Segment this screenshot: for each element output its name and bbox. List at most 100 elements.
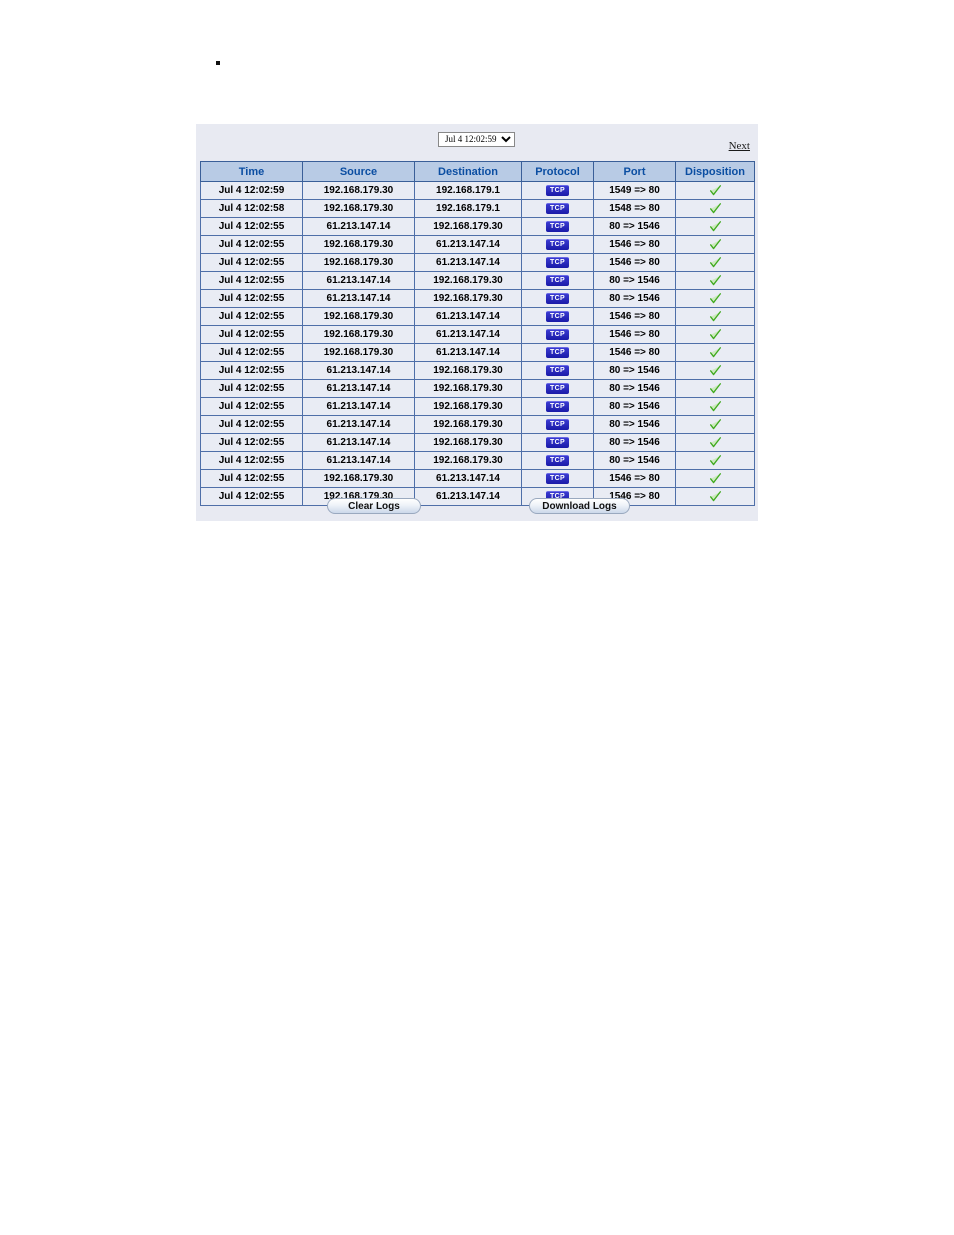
cell-disposition (675, 361, 755, 380)
allowed-check-icon (709, 383, 722, 394)
cell-disposition (675, 289, 755, 308)
cell-port: 80 => 1546 (593, 433, 676, 452)
protocol-badge: TCP (546, 382, 569, 394)
cell-destination: 192.168.179.30 (414, 271, 522, 290)
allowed-check-icon (709, 401, 722, 412)
cell-time: Jul 4 12:02:55 (200, 343, 303, 362)
table-row: Jul 4 12:02:55 192.168.179.30 61.213.147.1… (200, 469, 755, 488)
cell-source: 192.168.179.30 (302, 469, 415, 488)
clear-logs-button[interactable]: Clear Logs (327, 498, 421, 514)
cell-port: 80 => 1546 (593, 379, 676, 398)
cell-destination: 61.213.147.14 (414, 343, 522, 362)
cell-destination: 61.213.147.14 (414, 325, 522, 344)
cell-port: 1548 => 80 (593, 199, 676, 218)
log-table-body: Jul 4 12:02:59 192.168.179.30 192.168.179.… (200, 181, 755, 506)
column-header-port[interactable]: Port (593, 161, 676, 182)
column-header-time[interactable]: Time (200, 161, 303, 182)
cell-port: 80 => 1546 (593, 451, 676, 470)
allowed-check-icon (709, 347, 722, 358)
table-row: Jul 4 12:02:55 61.213.147.14 192.168.179.3… (200, 379, 755, 398)
cell-source: 61.213.147.14 (302, 433, 415, 452)
protocol-badge: TCP (546, 400, 569, 412)
allowed-check-icon (709, 311, 722, 322)
cell-protocol: TCP (521, 469, 594, 488)
table-row: Jul 4 12:02:55 192.168.179.30 61.213.147.1… (200, 235, 755, 254)
cell-protocol: TCP (521, 433, 594, 452)
cell-source: 61.213.147.14 (302, 451, 415, 470)
cell-disposition (675, 433, 755, 452)
cell-port: 80 => 1546 (593, 217, 676, 236)
cell-source: 61.213.147.14 (302, 217, 415, 236)
cell-time: Jul 4 12:02:55 (200, 397, 303, 416)
firewall-log-panel: Jul 4 12:02:59 Next Time Source Destinat… (196, 124, 758, 521)
table-row: Jul 4 12:02:55 192.168.179.30 61.213.147.1… (200, 253, 755, 272)
cell-time: Jul 4 12:02:55 (200, 289, 303, 308)
protocol-badge: TCP (546, 184, 569, 196)
cell-disposition (675, 379, 755, 398)
time-filter-wrapper: Jul 4 12:02:59 (438, 129, 515, 147)
allowed-check-icon (709, 365, 722, 376)
table-row: Jul 4 12:02:55 61.213.147.14 192.168.179.3… (200, 217, 755, 236)
cell-time: Jul 4 12:02:55 (200, 253, 303, 272)
cell-destination: 61.213.147.14 (414, 253, 522, 272)
cell-destination: 192.168.179.30 (414, 433, 522, 452)
table-row: Jul 4 12:02:55 192.168.179.30 61.213.147.1… (200, 307, 755, 326)
download-logs-button[interactable]: Download Logs (529, 498, 630, 514)
cell-time: Jul 4 12:02:58 (200, 199, 303, 218)
protocol-badge: TCP (546, 220, 569, 232)
cell-protocol: TCP (521, 361, 594, 380)
cell-disposition (675, 307, 755, 326)
cell-protocol: TCP (521, 181, 594, 200)
cell-time: Jul 4 12:02:59 (200, 181, 303, 200)
cell-port: 1546 => 80 (593, 343, 676, 362)
cell-port: 1546 => 80 (593, 469, 676, 488)
cell-destination: 192.168.179.1 (414, 181, 522, 200)
cell-disposition (675, 469, 755, 488)
cell-disposition (675, 253, 755, 272)
table-row: Jul 4 12:02:55 192.168.179.30 61.213.147.1… (200, 325, 755, 344)
table-row: Jul 4 12:02:55 61.213.147.14 192.168.179.3… (200, 433, 755, 452)
cell-protocol: TCP (521, 253, 594, 272)
column-header-disposition[interactable]: Disposition (675, 161, 755, 182)
allowed-check-icon (709, 203, 722, 214)
cell-source: 192.168.179.30 (302, 325, 415, 344)
cell-destination: 192.168.179.30 (414, 379, 522, 398)
cell-time: Jul 4 12:02:55 (200, 415, 303, 434)
cell-port: 1546 => 80 (593, 253, 676, 272)
cell-protocol: TCP (521, 307, 594, 326)
allowed-check-icon (709, 239, 722, 250)
cell-port: 80 => 1546 (593, 289, 676, 308)
cell-protocol: TCP (521, 379, 594, 398)
column-header-source[interactable]: Source (302, 161, 415, 182)
log-panel-toolbar: Jul 4 12:02:59 Next (196, 124, 758, 154)
cell-destination: 192.168.179.30 (414, 217, 522, 236)
next-link-wrapper: Next (729, 136, 750, 154)
column-header-destination[interactable]: Destination (414, 161, 522, 182)
table-row: Jul 4 12:02:55 61.213.147.14 192.168.179.3… (200, 415, 755, 434)
cell-source: 192.168.179.30 (302, 343, 415, 362)
cell-disposition (675, 217, 755, 236)
cell-disposition (675, 199, 755, 218)
cell-destination: 192.168.179.30 (414, 451, 522, 470)
cell-source: 61.213.147.14 (302, 361, 415, 380)
column-header-protocol[interactable]: Protocol (521, 161, 594, 182)
cell-source: 61.213.147.14 (302, 397, 415, 416)
cell-source: 192.168.179.30 (302, 199, 415, 218)
protocol-badge: TCP (546, 364, 569, 376)
cell-time: Jul 4 12:02:55 (200, 235, 303, 254)
protocol-badge: TCP (546, 292, 569, 304)
allowed-check-icon (709, 329, 722, 340)
next-page-link[interactable]: Next (729, 140, 750, 152)
cell-source: 61.213.147.14 (302, 289, 415, 308)
cell-protocol: TCP (521, 451, 594, 470)
allowed-check-icon (709, 185, 722, 196)
cell-protocol: TCP (521, 271, 594, 290)
time-filter-select[interactable]: Jul 4 12:02:59 (438, 131, 515, 147)
protocol-badge: TCP (546, 436, 569, 448)
cell-time: Jul 4 12:02:55 (200, 307, 303, 326)
cell-disposition (675, 181, 755, 200)
cell-source: 61.213.147.14 (302, 271, 415, 290)
cell-time: Jul 4 12:02:55 (200, 217, 303, 236)
allowed-check-icon (709, 455, 722, 466)
cell-port: 80 => 1546 (593, 397, 676, 416)
